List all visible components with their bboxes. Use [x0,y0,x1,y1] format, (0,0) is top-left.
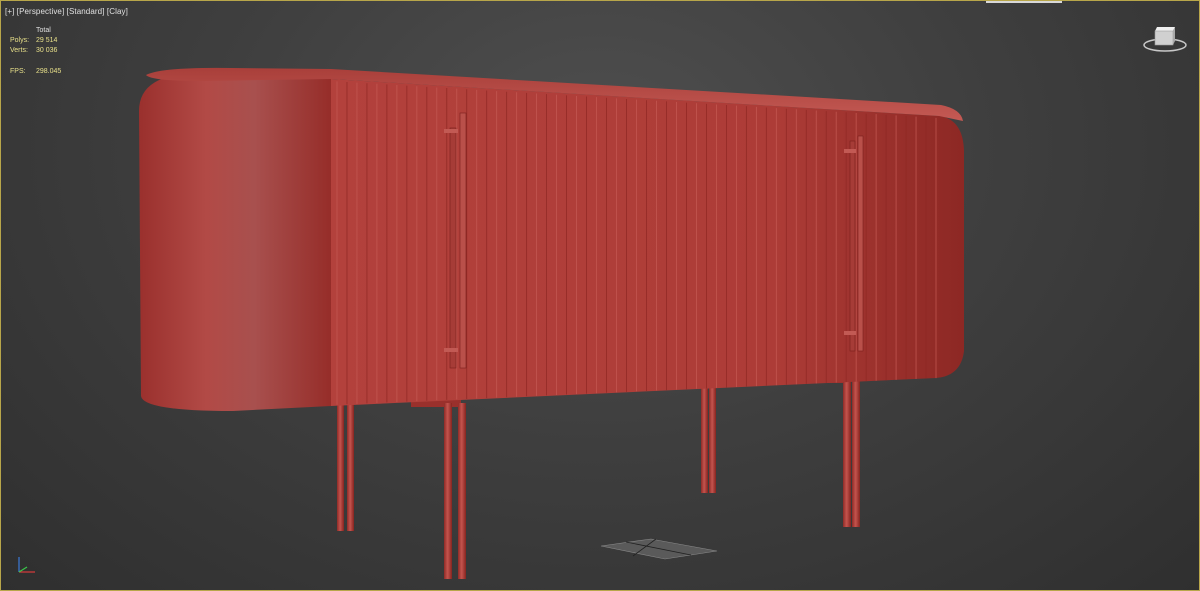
sideboard-model[interactable] [1,1,1199,590]
home-grid-icon [600,538,718,560]
viewcube-icon[interactable] [1143,25,1187,53]
sideboard-slats [336,81,937,405]
perspective-viewport[interactable]: [+] [Perspective] [Standard] [Clay] Tota… [0,0,1200,591]
sideboard-front-panel [331,79,964,406]
axis-tripod-icon [18,557,35,573]
sideboard-end-cap [139,73,331,411]
